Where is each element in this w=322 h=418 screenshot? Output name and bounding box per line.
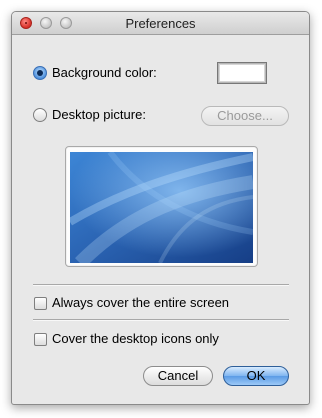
window-title: Preferences xyxy=(125,16,196,31)
cover-icons-checkbox[interactable] xyxy=(34,333,47,346)
ok-button[interactable]: OK xyxy=(223,366,289,386)
separator-top xyxy=(33,284,289,286)
background-color-well[interactable] xyxy=(217,62,267,84)
background-color-radio[interactable] xyxy=(33,66,47,80)
preview-image xyxy=(70,152,253,263)
choose-button[interactable]: Choose... xyxy=(201,106,289,126)
preferences-window: Preferences Background color: Desktop pi… xyxy=(11,11,310,405)
title-bar[interactable]: Preferences xyxy=(12,12,309,35)
cover-screen-label[interactable]: Always cover the entire screen xyxy=(52,295,229,310)
cancel-button[interactable]: Cancel xyxy=(143,366,213,386)
desktop-picture-preview xyxy=(65,146,258,267)
desktop-picture-radio[interactable] xyxy=(33,108,47,122)
cover-screen-checkbox[interactable] xyxy=(34,297,47,310)
cover-icons-label[interactable]: Cover the desktop icons only xyxy=(52,331,219,346)
separator-bottom xyxy=(33,319,289,321)
desktop-picture-label[interactable]: Desktop picture: xyxy=(52,107,146,122)
background-color-label[interactable]: Background color: xyxy=(52,65,157,80)
color-swatch xyxy=(219,64,265,82)
